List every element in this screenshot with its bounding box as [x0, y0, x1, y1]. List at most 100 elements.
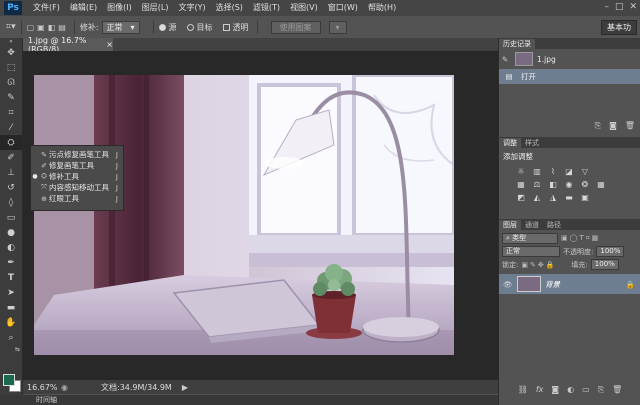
- history-brush-tool-icon[interactable]: ↺: [0, 180, 22, 195]
- close-icon[interactable]: ✕: [629, 2, 637, 12]
- pen-tool-icon[interactable]: ✒: [0, 255, 22, 270]
- history-state[interactable]: ▤ 打开: [499, 69, 640, 84]
- menu-image[interactable]: 图像(I): [102, 0, 137, 16]
- foreground-color-swatch[interactable]: [3, 374, 15, 386]
- flyout-item-spot-healing[interactable]: ✎ 污点修复画笔工具 J: [31, 149, 123, 160]
- gradient-tool-icon[interactable]: ▭: [0, 210, 22, 225]
- trash-icon[interactable]: 🗑: [625, 121, 635, 130]
- tab-adjustments[interactable]: 调整: [499, 138, 521, 148]
- menu-edit[interactable]: 编辑(E): [65, 0, 102, 16]
- adjustment-layer-icon[interactable]: ◐: [567, 385, 574, 394]
- menu-help[interactable]: 帮助(H): [363, 0, 401, 16]
- flyout-item-red-eye[interactable]: ⊕ 红眼工具 J: [31, 193, 123, 204]
- tab-layers[interactable]: 图层: [499, 220, 521, 230]
- status-menu-icon[interactable]: ◉: [61, 383, 71, 392]
- patch-tool-icon[interactable]: ⛭: [0, 135, 22, 150]
- menu-file[interactable]: 文件(F): [28, 0, 65, 16]
- zoom-level[interactable]: 16.67%: [27, 383, 61, 392]
- lasso-tool-icon[interactable]: ᘏ: [0, 75, 22, 90]
- gradient-map-icon[interactable]: ▬: [563, 193, 575, 203]
- target-radio[interactable]: [186, 23, 194, 31]
- levels-icon[interactable]: ▥: [531, 167, 543, 177]
- mask-icon[interactable]: ◙: [551, 385, 559, 394]
- crop-tool-icon[interactable]: ⌗: [0, 105, 22, 120]
- eyedropper-tool-icon[interactable]: ⁄: [0, 120, 22, 135]
- black-white-icon[interactable]: ◧: [547, 180, 559, 190]
- folder-icon[interactable]: ▭: [582, 385, 590, 394]
- invert-icon[interactable]: ◩: [515, 193, 527, 203]
- timeline-label[interactable]: 时间轴: [36, 395, 57, 405]
- stamp-tool-icon[interactable]: ⊥: [0, 165, 22, 180]
- divider: [73, 20, 75, 34]
- menu-type[interactable]: 文字(Y): [173, 0, 210, 16]
- repair-mode-select[interactable]: 正常 ▾: [101, 20, 140, 34]
- maximize-icon[interactable]: □: [615, 2, 624, 12]
- fx-icon[interactable]: fx: [536, 385, 544, 394]
- hue-saturation-icon[interactable]: ▦: [515, 180, 527, 190]
- close-icon[interactable]: ×: [106, 40, 113, 49]
- workspace-switcher[interactable]: 基本功: [601, 20, 637, 35]
- pattern-picker[interactable]: ▾: [328, 20, 347, 34]
- menu-layer[interactable]: 图层(L): [137, 0, 174, 16]
- menu-filter[interactable]: 滤镜(T): [248, 0, 285, 16]
- lock-icons[interactable]: ▣✎✥🔒: [521, 261, 556, 269]
- transparent-checkbox[interactable]: [222, 23, 230, 31]
- path-select-tool-icon[interactable]: ➤: [0, 285, 22, 300]
- type-tool-icon[interactable]: T: [0, 270, 22, 285]
- new-document-icon[interactable]: ⎘: [595, 121, 601, 131]
- document-tab[interactable]: 1.jpg @ 16.7%(RGB/8) ×: [23, 36, 113, 54]
- layer-row[interactable]: 👁 背景 🔒: [499, 274, 640, 294]
- menu-window[interactable]: 窗口(W): [323, 0, 363, 16]
- move-tool-icon[interactable]: ✥: [0, 45, 22, 60]
- status-arrow-icon[interactable]: ▶: [182, 383, 188, 392]
- tool-preset-icon[interactable]: ⌗▾: [6, 22, 16, 32]
- layer-filter-icons[interactable]: ▣◯T⌗▦: [561, 234, 600, 243]
- flyout-item-healing-brush[interactable]: ✐ 修复画笔工具 J: [31, 160, 123, 171]
- channel-mixer-icon[interactable]: ❂: [579, 180, 591, 190]
- hand-tool-icon[interactable]: ✋: [0, 315, 22, 330]
- quick-select-tool-icon[interactable]: ✎: [0, 90, 22, 105]
- threshold-icon[interactable]: ◮: [547, 193, 559, 203]
- color-balance-icon[interactable]: ⚖: [531, 180, 543, 190]
- flyout-item-patch[interactable]: ● ⛭ 修补工具 J: [31, 171, 123, 182]
- tab-paths[interactable]: 路径: [543, 220, 565, 230]
- tab-styles[interactable]: 样式: [521, 138, 543, 148]
- use-pattern-button[interactable]: 使用图案: [270, 20, 321, 34]
- shape-tool-icon[interactable]: ▬: [0, 300, 22, 315]
- collapse-icon[interactable]: »: [0, 38, 22, 45]
- blur-tool-icon[interactable]: ●: [0, 225, 22, 240]
- posterize-icon[interactable]: ◭: [531, 193, 543, 203]
- swap-colors-icon[interactable]: ⇆: [0, 345, 22, 353]
- source-radio[interactable]: [158, 23, 166, 31]
- menu-select[interactable]: 选择(S): [211, 0, 248, 16]
- blend-mode-select[interactable]: 正常: [502, 246, 560, 257]
- vibrance-icon[interactable]: ▽: [579, 167, 591, 177]
- flyout-item-content-aware-move[interactable]: ⤧ 内容感知移动工具 J: [31, 182, 123, 193]
- brightness-icon[interactable]: ☼: [515, 167, 527, 177]
- marquee-tool-icon[interactable]: ⬚: [0, 60, 22, 75]
- layer-kind-select[interactable]: ⌕ 类型: [502, 233, 558, 244]
- tab-history[interactable]: 历史记录: [499, 39, 535, 49]
- eraser-tool-icon[interactable]: ◊: [0, 195, 22, 210]
- selection-mode-icons[interactable]: ▢▣◧▤: [27, 23, 69, 32]
- camera-icon[interactable]: ◙: [609, 121, 617, 130]
- photo-filter-icon[interactable]: ◉: [563, 180, 575, 190]
- selective-color-icon[interactable]: ▣: [579, 193, 591, 203]
- fill-input[interactable]: 100%: [590, 259, 619, 270]
- tab-channels[interactable]: 通道: [521, 220, 543, 230]
- minimize-icon[interactable]: –: [604, 2, 609, 12]
- color-lookup-icon[interactable]: ▦: [595, 180, 607, 190]
- history-snapshot[interactable]: ✎ 1.jpg: [499, 49, 640, 69]
- document-image[interactable]: [34, 75, 454, 355]
- dodge-tool-icon[interactable]: ◐: [0, 240, 22, 255]
- brush-tool-icon[interactable]: ✐: [0, 150, 22, 165]
- trash-icon[interactable]: 🗑: [612, 385, 622, 394]
- new-layer-icon[interactable]: ⎘: [598, 385, 604, 395]
- exposure-icon[interactable]: ◪: [563, 167, 575, 177]
- opacity-input[interactable]: 100%: [596, 246, 625, 257]
- menu-view[interactable]: 视图(V): [285, 0, 323, 16]
- visibility-eye-icon[interactable]: 👁: [503, 280, 513, 289]
- zoom-tool-icon[interactable]: ⌕: [0, 330, 22, 345]
- curves-icon[interactable]: ⌇: [547, 167, 559, 177]
- link-icon[interactable]: ⛓: [518, 385, 528, 394]
